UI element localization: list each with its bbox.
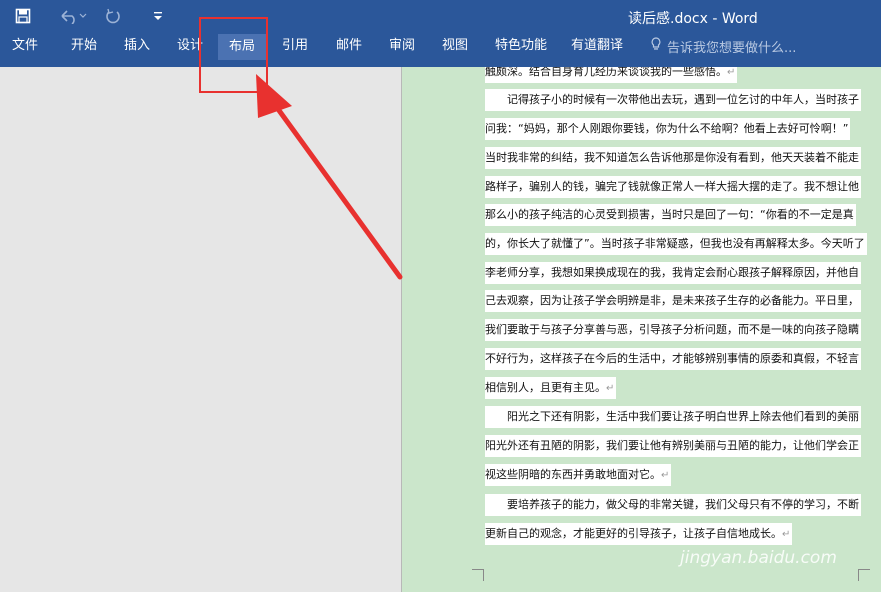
lightbulb-icon [650, 37, 662, 55]
page-margin-corner-right [858, 569, 870, 581]
tab-home[interactable]: 开始 [61, 32, 107, 60]
redo-icon[interactable] [102, 5, 124, 27]
watermark: jingyan.baidu.com [680, 548, 837, 568]
tab-file[interactable]: 文件 [2, 32, 48, 60]
document-line: 记得孩子小的时候有一次带他出去玩，遇到一位乞讨的中年人，当时孩子 [485, 89, 861, 111]
tell-me-search[interactable]: 告诉我您想要做什么... [650, 32, 796, 60]
document-line: 触颇深。结合自身育儿经历来谈谈我的一些感悟。↵ [485, 67, 738, 83]
document-line: 视这些阴暗的东西并勇敢地面对它。↵ [485, 464, 672, 486]
customize-quick-access-icon[interactable] [150, 5, 166, 27]
tell-me-placeholder: 告诉我您想要做什么... [667, 40, 797, 56]
document-line: 己去观察，因为让孩子学会明辨是非，是未来孩子生存的必备能力。平日里， [485, 290, 861, 312]
save-icon[interactable] [12, 5, 34, 27]
tab-special-features[interactable]: 特色功能 [490, 32, 552, 60]
document-line: 阳光外还有丑陋的阴影，我们要让他有辨别美丽与丑陋的能力，让他们学会正 [485, 435, 861, 457]
document-line: 要培养孩子的能力，做父母的非常关键，我们父母只有不停的学习，不断 [485, 494, 861, 516]
document-line: 的，你长大了就懂了”。当时孩子非常疑惑，但我也没有再解释太多。今天听了 [485, 233, 867, 255]
document-line: 当时我非常的纠结，我不知道怎么告诉他那是你没有看到，他天天装着不能走 [485, 147, 861, 169]
document-line: 相信别人，且更有主见。↵ [485, 377, 617, 399]
undo-icon[interactable] [56, 5, 90, 27]
document-page[interactable]: 触颇深。结合自身育儿经历来谈谈我的一些感悟。↵ 记得孩子小的时候有一次带他出去玩… [402, 67, 881, 592]
tab-insert[interactable]: 插入 [114, 32, 160, 60]
document-line: 问我：“妈妈，那个人刚跟你要钱，你为什么不给啊？他看上去好可怜啊！” [485, 118, 851, 140]
tab-references[interactable]: 引用 [272, 32, 318, 60]
document-line: 更新自己的观念，才能更好的引导孩子，让孩子自信地成长。↵ [485, 523, 793, 545]
workspace-background [0, 67, 401, 592]
annotation-highlight-box [199, 17, 268, 93]
document-line: 路样子，骗别人的钱，骗完了钱就像正常人一样大摇大摆的走了。我不想让他 [485, 176, 861, 198]
page-margin-corner-left [472, 569, 484, 581]
tab-view[interactable]: 视图 [432, 32, 478, 60]
tab-youdao-translate[interactable]: 有道翻译 [566, 32, 628, 60]
title-bar: 读后感.docx - Word [0, 0, 881, 32]
document-line: 我们要敢于与孩子分享善与恶，引导孩子分析问题，而不是一味的向孩子隐瞒 [485, 319, 861, 341]
tab-mailings[interactable]: 邮件 [326, 32, 372, 60]
document-line: 那么小的孩子纯洁的心灵受到损害，当时只是回了一句：“你看的不一定是真 [485, 204, 856, 226]
document-line: 李老师分享，我想如果换成现在的我，我肯定会耐心跟孩子解释原因，并他自 [485, 262, 861, 284]
document-line: 阳光之下还有阴影，生活中我们要让孩子明白世界上除去他们看到的美丽 [485, 406, 861, 428]
ribbon-tab-bar: 文件 开始 插入 设计 布局 引用 邮件 审阅 视图 特色功能 有道翻译 告诉我… [0, 32, 881, 67]
document-line: 不好行为，这样孩子在今后的生活中，才能够辨别事情的原委和真假，不轻言 [485, 348, 861, 370]
tab-review[interactable]: 审阅 [379, 32, 425, 60]
window-title: 读后感.docx - Word [628, 11, 758, 27]
